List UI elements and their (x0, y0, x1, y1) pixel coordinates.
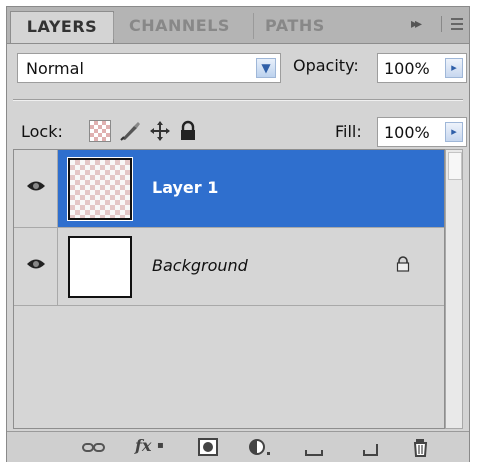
adjustment-layer-icon[interactable] (247, 436, 273, 458)
layer-thumbnail[interactable] (67, 157, 133, 221)
layer-row-layer-1[interactable]: Layer 1 (14, 150, 444, 228)
lock-label: Lock: (21, 122, 63, 141)
blend-mode-select[interactable]: Normal ▼ (17, 53, 281, 83)
link-layers-icon[interactable] (81, 436, 107, 458)
fill-field[interactable]: 100% ▸ (377, 117, 467, 147)
fx-icon-dropdown-dot: ▪ (157, 440, 164, 451)
visibility-toggle[interactable] (14, 150, 58, 227)
layers-panel: LAYERS CHANNELS PATHS ▸▸ Normal ▼ Opacit… (6, 6, 470, 462)
blend-mode-value: Normal (26, 59, 84, 78)
eye-icon (27, 181, 45, 191)
layer-name[interactable]: Layer 1 (152, 178, 218, 197)
lock-position-icon[interactable] (149, 120, 171, 142)
tab-separator (113, 13, 114, 39)
opacity-field[interactable]: 100% ▸ (377, 53, 467, 83)
lock-image-icon[interactable] (119, 120, 141, 142)
fill-label: Fill: (335, 122, 362, 141)
lock-all-icon[interactable] (177, 120, 199, 142)
tab-layers[interactable]: LAYERS (10, 11, 114, 43)
double-arrow-icon[interactable]: ▸▸ (411, 16, 422, 32)
layers-list: Layer 1 Background (13, 149, 445, 429)
opacity-value: 100% (384, 59, 430, 78)
chevron-down-icon[interactable]: ▼ (256, 58, 276, 78)
panel-tab-bar: LAYERS CHANNELS PATHS ▸▸ (7, 7, 469, 44)
panel-menu-icon[interactable] (441, 16, 463, 32)
layer-name[interactable]: Background (152, 256, 248, 275)
opacity-slider-arrow-icon[interactable]: ▸ (445, 58, 463, 78)
scrollbar-thumb[interactable] (448, 152, 462, 180)
tab-channels[interactable]: CHANNELS (129, 11, 230, 42)
opacity-label: Opacity: (293, 56, 359, 75)
tab-separator (253, 13, 254, 39)
divider (13, 99, 463, 101)
visibility-toggle[interactable] (14, 228, 58, 305)
lock-icon (396, 256, 410, 272)
scrollbar[interactable] (445, 149, 463, 429)
layer-thumbnail[interactable] (68, 236, 132, 298)
group-folder-icon[interactable] (303, 436, 325, 458)
tab-paths[interactable]: PATHS (265, 11, 325, 42)
fill-slider-arrow-icon[interactable]: ▸ (445, 122, 463, 142)
mask-icon[interactable] (197, 436, 219, 458)
new-layer-icon[interactable] (359, 436, 381, 458)
lock-transparent-icon[interactable] (89, 120, 111, 142)
eye-icon (27, 259, 45, 269)
fill-value: 100% (384, 123, 430, 142)
layer-row-background[interactable]: Background (14, 228, 444, 306)
layers-toolbar: fx ▪ (7, 431, 469, 462)
trash-icon[interactable] (411, 436, 433, 458)
fx-icon[interactable]: fx (135, 436, 151, 458)
